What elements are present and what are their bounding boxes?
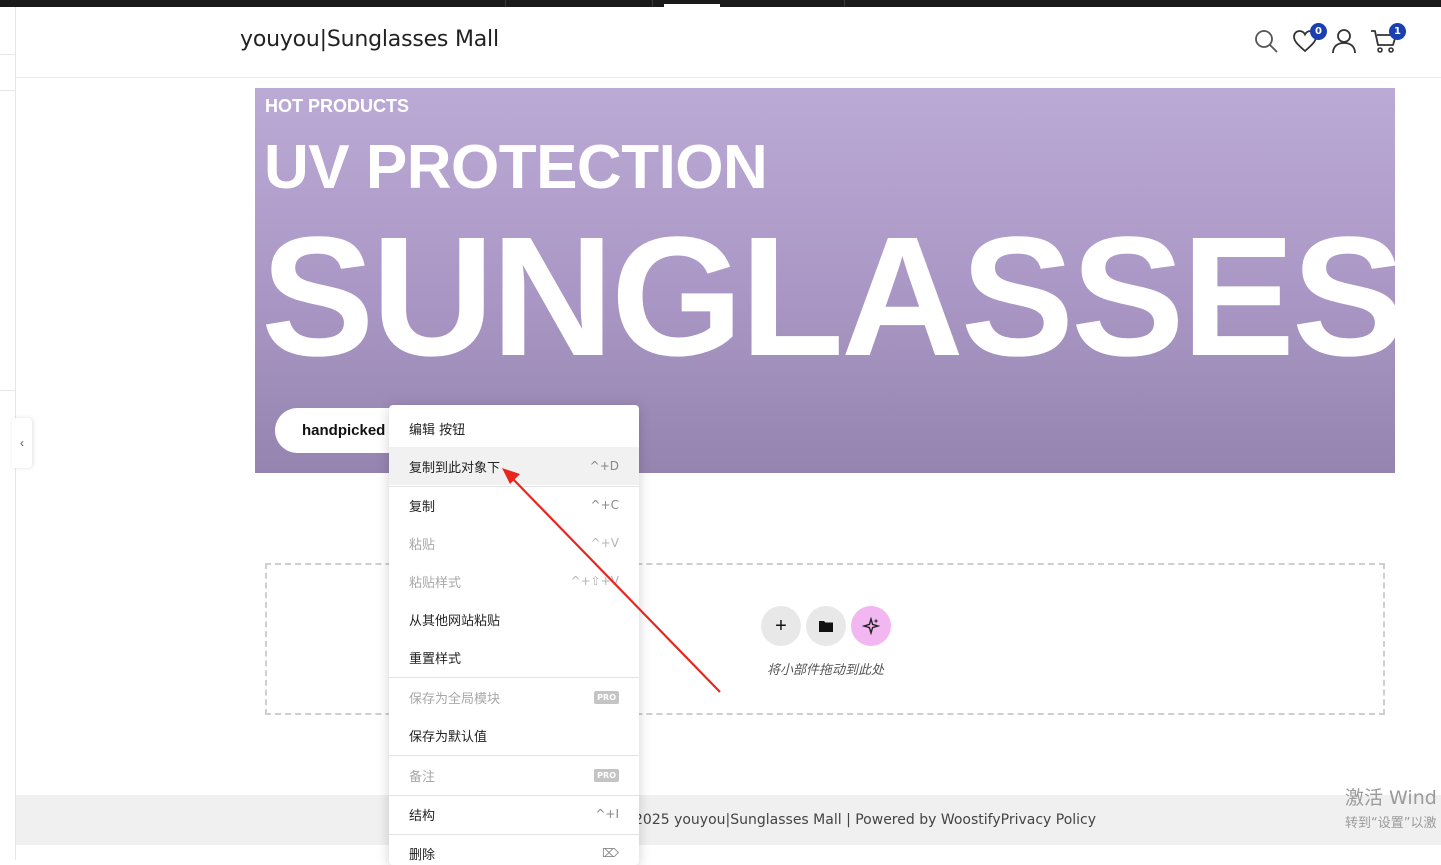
menu-item-label: 结构	[409, 808, 436, 824]
top-bar-divider	[844, 0, 845, 7]
panel-divider	[0, 390, 16, 391]
cart-count-badge: 1	[1389, 23, 1406, 40]
menu-item-label: 从其他网站粘贴	[409, 613, 501, 629]
menu-item-structure[interactable]: 结构 ^+I	[389, 795, 639, 833]
wishlist-button[interactable]: 0	[1291, 23, 1327, 55]
top-bar-divider	[505, 0, 506, 7]
menu-item-label: 编辑 按钮	[409, 422, 466, 438]
menu-item-notes[interactable]: 备注 PRO	[389, 756, 639, 794]
pro-badge: PRO	[594, 690, 619, 704]
menu-item-label: 重置样式	[409, 651, 462, 667]
menu-item-save-default[interactable]: 保存为默认值	[389, 716, 639, 754]
menu-item-label: 复制	[409, 499, 436, 515]
hero-big-text: SUNGLASSES	[261, 202, 1395, 392]
site-header: youyou|Sunglasses Mall 0 1	[16, 7, 1441, 78]
chevron-left-icon: ‹	[20, 436, 24, 450]
hero-headline: UV PROTECTION	[264, 133, 768, 202]
menu-item-save-global[interactable]: 保存为全局模块 PRO	[389, 678, 639, 716]
panel-divider	[0, 54, 16, 55]
menu-item-shortcut: ^+C	[590, 498, 620, 512]
menu-item-paste-style[interactable]: 粘贴样式 ^+⇧+V	[389, 562, 639, 600]
user-icon[interactable]	[1330, 27, 1358, 55]
search-icon[interactable]	[1252, 27, 1280, 55]
add-template-button[interactable]	[806, 606, 846, 646]
menu-item-label: 复制到此对象下	[409, 460, 501, 476]
menu-item-paste[interactable]: 粘贴 ^+V	[389, 524, 639, 562]
menu-item-label: 粘贴	[409, 537, 436, 553]
cart-button[interactable]: 1	[1370, 23, 1406, 55]
footer-copyright: 2025 youyou|Sunglasses Mall | Powered by…	[634, 812, 1097, 828]
menu-item-reset-style[interactable]: 重置样式	[389, 638, 639, 676]
menu-item-label: 保存为全局模块	[409, 691, 501, 707]
pro-badge: PRO	[594, 768, 619, 782]
wishlist-count-badge: 0	[1310, 23, 1327, 40]
menu-item-label: 保存为默认值	[409, 729, 488, 745]
menu-item-shortcut: ⌦	[602, 846, 619, 860]
menu-item-shortcut: ^+I	[595, 807, 619, 821]
top-bar-divider	[652, 0, 653, 7]
add-section-button[interactable]: +	[761, 606, 801, 646]
ai-button[interactable]	[851, 606, 891, 646]
menu-item-edit[interactable]: 编辑 按钮	[389, 409, 639, 447]
menu-item-label: 备注	[409, 769, 436, 785]
menu-item-delete[interactable]: 删除 ⌦	[389, 834, 639, 865]
watermark-line-1: 激活 Wind	[1345, 787, 1437, 809]
panel-divider	[0, 90, 16, 91]
menu-item-shortcut: ^+D	[589, 459, 619, 473]
sparkle-icon	[862, 617, 880, 635]
menu-item-label: 粘贴样式	[409, 575, 462, 591]
menu-item-duplicate[interactable]: 复制到此对象下 ^+D	[389, 447, 639, 485]
plus-icon: +	[775, 614, 787, 637]
drop-zone-hint: 将小部件拖动到此处	[767, 662, 885, 677]
context-menu: 编辑 按钮 复制到此对象下 ^+D 复制 ^+C 粘贴 ^+V 粘贴样式 ^+⇧…	[389, 405, 639, 865]
folder-icon	[819, 621, 833, 632]
editor-top-bar	[0, 0, 1441, 7]
menu-item-shortcut: ^+⇧+V	[570, 574, 619, 588]
windows-activation-watermark: 激活 Wind 转到“设置”以激	[1345, 783, 1437, 831]
menu-item-paste-other-site[interactable]: 从其他网站粘贴	[389, 600, 639, 638]
site-footer: 2025 youyou|Sunglasses Mall | Powered by…	[16, 795, 1441, 845]
menu-item-copy[interactable]: 复制 ^+C	[389, 486, 639, 524]
site-title[interactable]: youyou|Sunglasses Mall	[240, 27, 499, 52]
hero-eyebrow: HOT PRODUCTS	[265, 96, 409, 116]
menu-item-shortcut: ^+V	[590, 536, 619, 550]
panel-collapse-toggle[interactable]: ‹	[12, 418, 32, 468]
watermark-line-2: 转到“设置”以激	[1345, 816, 1437, 831]
